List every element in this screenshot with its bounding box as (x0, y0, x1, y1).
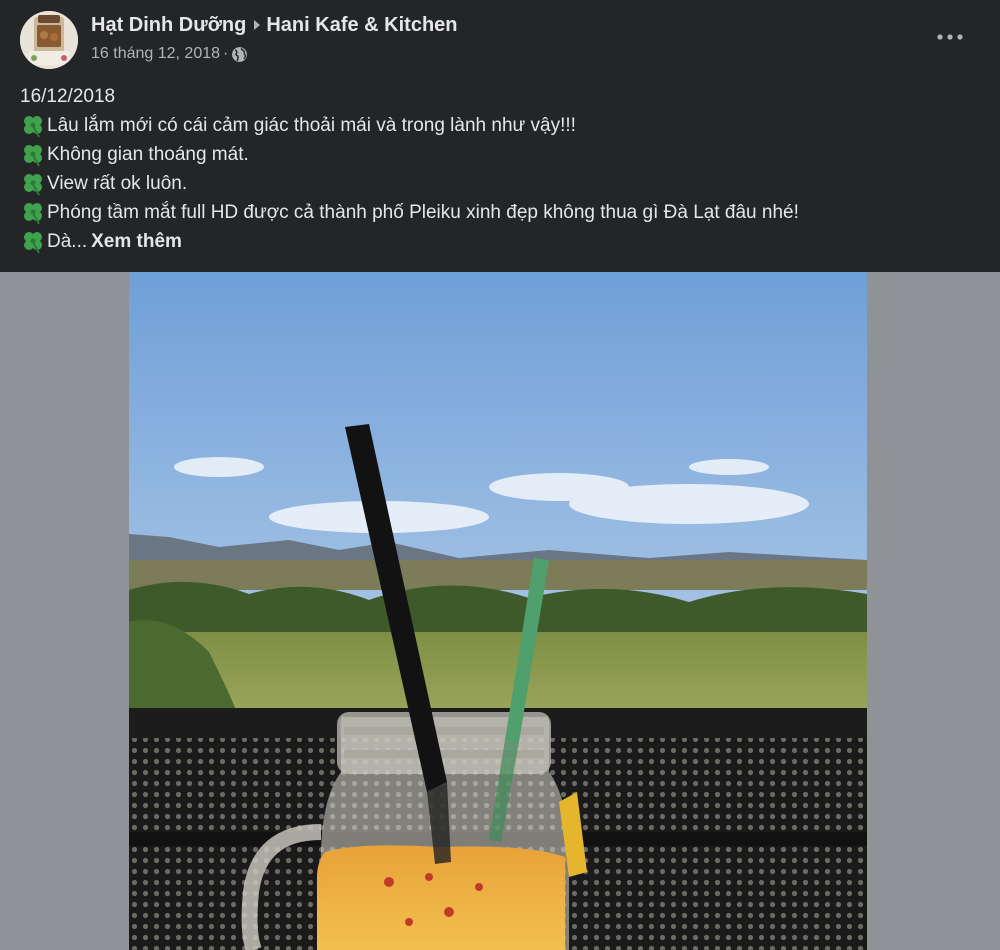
more-options-icon (937, 34, 963, 40)
post-text-line: Không gian thoáng mát. (20, 140, 980, 169)
post-text-line: 16/12/2018 (20, 82, 980, 111)
four-leaf-clover-icon (20, 142, 46, 168)
see-more-link[interactable]: Xem thêm (91, 227, 182, 256)
post-date-line: 16/12/2018 (20, 86, 116, 107)
post-text-line: Phóng tầm mắt full HD được cả thành phố … (20, 198, 980, 227)
four-leaf-clover-icon (20, 171, 46, 197)
destination-page-name[interactable]: Hani Kafe & Kitchen (266, 14, 457, 37)
author-avatar[interactable] (20, 11, 78, 69)
post-text-line: Lâu lắm mới có cái cảm giác thoải mái và… (20, 111, 980, 140)
more-options-button[interactable] (930, 22, 970, 52)
globe-icon[interactable] (231, 46, 248, 63)
caret-right-icon (252, 18, 262, 32)
author-name[interactable]: Hạt Dinh Dưỡng (91, 14, 246, 37)
four-leaf-clover-icon (20, 229, 46, 255)
four-leaf-clover-icon (20, 113, 46, 139)
author-line: Hạt Dinh Dưỡng Hani Kafe & Kitchen (91, 12, 458, 38)
post-text-content: Dà... (47, 231, 88, 252)
four-leaf-clover-icon (20, 200, 46, 226)
post-text: 16/12/2018 Lâu lắm mới có cái cảm giác t… (20, 82, 980, 256)
post-text-content: View rất ok luôn. (47, 173, 188, 194)
post-text-line: Dà... Xem thêm (20, 227, 980, 256)
post-text-line: View rất ok luôn. (20, 169, 980, 198)
meta-separator: · (223, 45, 229, 62)
post-timestamp[interactable]: 16 tháng 12, 2018 (91, 45, 220, 63)
post-text-content: Không gian thoáng mát. (47, 144, 249, 165)
post-photo[interactable] (129, 272, 867, 950)
post-meta: 16 tháng 12, 2018 · (91, 43, 248, 65)
post-text-content: Lâu lắm mới có cái cảm giác thoải mái và… (47, 115, 576, 136)
post-text-content: Phóng tầm mắt full HD được cả thành phố … (47, 202, 799, 223)
post-header: Hạt Dinh Dưỡng Hani Kafe & Kitchen 16 th… (0, 0, 1000, 272)
